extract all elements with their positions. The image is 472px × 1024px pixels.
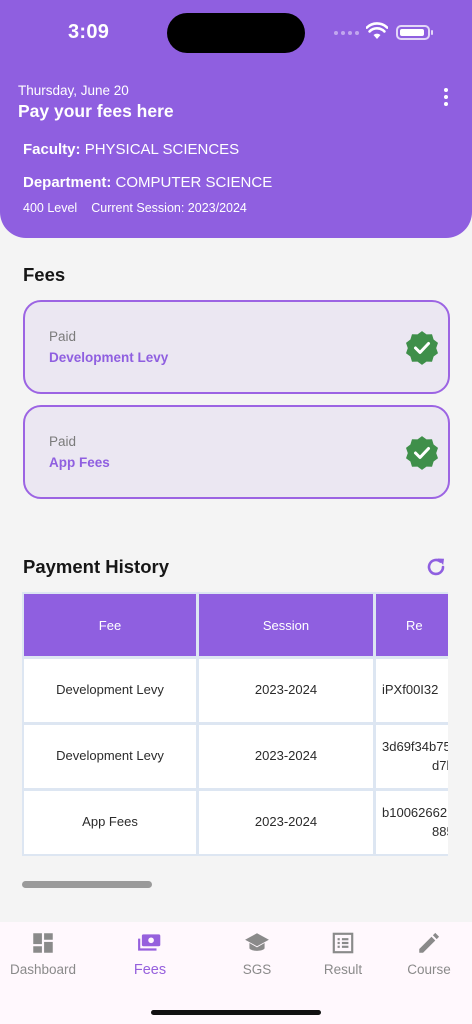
table-cell-reference: b10062662 885 bbox=[376, 791, 448, 854]
table-cell-reference: iPXf00I32 bbox=[376, 659, 448, 722]
header-date: Thursday, June 20 bbox=[18, 83, 129, 98]
reference-line: 3d69f34b75 bbox=[382, 738, 448, 754]
department-label: Department: bbox=[23, 174, 112, 191]
payments-icon bbox=[138, 934, 161, 951]
table-cell-fee: Development Levy bbox=[24, 725, 196, 788]
nav-label: Course bbox=[407, 962, 451, 977]
fee-status: Paid bbox=[49, 434, 77, 449]
nav-item-course[interactable]: Course bbox=[384, 930, 472, 977]
column-header-fee: Fee bbox=[24, 594, 196, 656]
fee-card-development-levy[interactable]: Paid Development Levy bbox=[23, 300, 450, 394]
column-header-reference: Re bbox=[376, 594, 448, 656]
level-session-line: 400 Level Current Session: 2023/2024 bbox=[23, 201, 247, 215]
fee-name: Development Levy bbox=[49, 350, 169, 365]
nav-item-fees[interactable]: Fees bbox=[105, 930, 195, 978]
nav-label: Dashboard bbox=[9, 962, 77, 977]
table-cell-session: 2023-2024 bbox=[199, 725, 373, 788]
header: 3:09 Thursday, June 20 Pay your fees her… bbox=[0, 0, 472, 238]
nav-label: Result bbox=[323, 962, 363, 977]
reference-line: 885 bbox=[432, 823, 448, 839]
table-cell-fee: App Fees bbox=[24, 791, 196, 854]
nav-item-sgs[interactable]: SGS bbox=[212, 930, 302, 977]
nav-item-dashboard[interactable]: Dashboard bbox=[0, 930, 88, 977]
payment-history-table[interactable]: Fee Session Re Development Levy 2023-202… bbox=[22, 592, 448, 856]
dynamic-island bbox=[167, 13, 305, 53]
fee-name: App Fees bbox=[49, 455, 110, 470]
result-list-icon bbox=[332, 932, 354, 954]
cellular-signal-icon bbox=[334, 31, 359, 35]
fee-card-app-fees[interactable]: Paid App Fees bbox=[23, 405, 450, 499]
refresh-icon[interactable] bbox=[424, 555, 448, 579]
nav-label: Fees bbox=[133, 962, 167, 978]
payment-history-title: Payment History bbox=[23, 556, 169, 577]
horizontal-scrollbar[interactable] bbox=[22, 881, 152, 888]
nav-label: SGS bbox=[242, 962, 272, 977]
wifi-icon bbox=[366, 22, 388, 39]
session-text: Current Session: 2023/2024 bbox=[91, 201, 247, 215]
verified-check-icon bbox=[406, 331, 438, 365]
page-title: Pay your fees here bbox=[18, 101, 174, 121]
reference-line: b10062662 bbox=[382, 804, 448, 820]
reference-line: d7b bbox=[432, 757, 448, 773]
fees-section-title: Fees bbox=[23, 264, 66, 285]
table-cell-session: 2023-2024 bbox=[199, 659, 373, 722]
faculty-label: Faculty: bbox=[23, 141, 81, 158]
fee-status: Paid bbox=[49, 329, 77, 344]
verified-check-icon bbox=[406, 436, 438, 470]
bottom-navigation: Dashboard Fees SGS Result Course bbox=[0, 922, 472, 1024]
status-icons bbox=[334, 22, 434, 42]
department-line: Department: COMPUTER SCIENCE bbox=[23, 174, 272, 191]
department-value: COMPUTER SCIENCE bbox=[115, 174, 273, 191]
level-text: 400 Level bbox=[23, 201, 78, 215]
table-cell-session: 2023-2024 bbox=[199, 791, 373, 854]
table-cell-reference: 3d69f34b75 d7b bbox=[376, 725, 448, 788]
dashboard-icon bbox=[33, 933, 53, 953]
battery-icon bbox=[396, 25, 433, 40]
status-time: 3:09 bbox=[68, 21, 110, 43]
reference-line: iPXf00I32 bbox=[382, 682, 439, 698]
nav-item-result[interactable]: Result bbox=[298, 930, 388, 977]
pencil-icon bbox=[419, 932, 440, 953]
graduation-cap-icon bbox=[245, 933, 269, 951]
more-options-icon[interactable] bbox=[436, 86, 456, 108]
faculty-line: Faculty: PHYSICAL SCIENCES bbox=[23, 141, 239, 158]
faculty-value: PHYSICAL SCIENCES bbox=[84, 141, 240, 158]
column-header-session: Session bbox=[199, 594, 373, 656]
table-cell-fee: Development Levy bbox=[24, 659, 196, 722]
home-indicator bbox=[151, 1010, 321, 1015]
